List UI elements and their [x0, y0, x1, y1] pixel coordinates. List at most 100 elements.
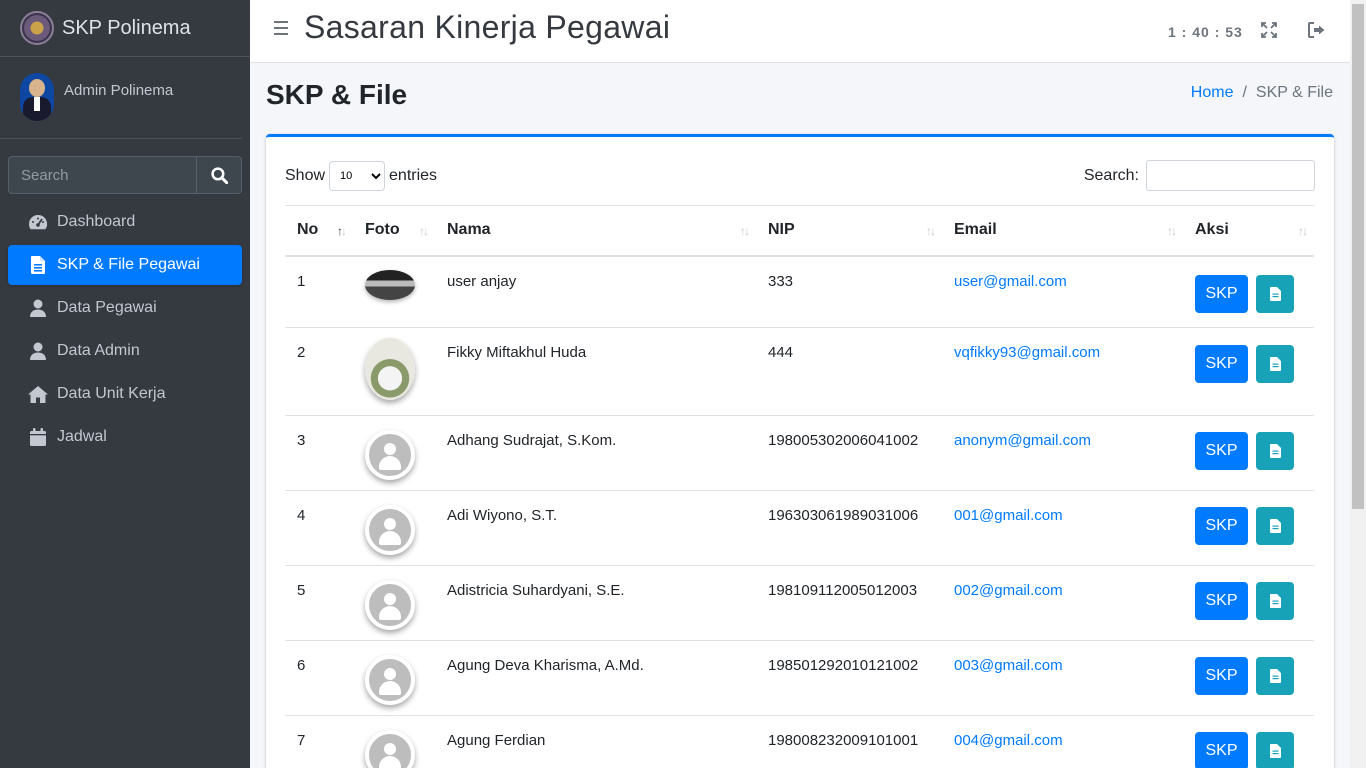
- sign-out-icon[interactable]: [1308, 22, 1326, 40]
- sort-icon: ↑↓: [926, 224, 936, 238]
- row-email[interactable]: 003@gmail.com: [942, 640, 1183, 716]
- user-name[interactable]: Admin Polinema: [64, 82, 173, 99]
- file-button[interactable]: [1256, 274, 1294, 313]
- row-email[interactable]: 002@gmail.com: [942, 565, 1183, 641]
- row-email[interactable]: 001@gmail.com: [942, 490, 1183, 566]
- column-header-nip[interactable]: NIP ↑↓: [756, 205, 942, 257]
- search-button[interactable]: [196, 156, 242, 194]
- breadcrumb-current: SKP & File: [1255, 84, 1333, 101]
- row-no: 1: [285, 255, 353, 328]
- skp-file-card: Show 10 entries Search: No ↑↓ Foto ↑↓ Nama…: [266, 134, 1334, 768]
- row-no: 5: [285, 565, 353, 641]
- column-header-nama[interactable]: Nama ↑↓: [435, 205, 756, 257]
- column-header-no[interactable]: No ↑↓: [285, 205, 353, 257]
- default-avatar-icon: [365, 505, 415, 555]
- show-label: Show: [285, 167, 326, 184]
- skp-button[interactable]: SKP: [1195, 732, 1248, 768]
- row-no: 4: [285, 490, 353, 566]
- sidebar-item-label: Jadwal: [57, 428, 107, 445]
- table-row: 3 Adhang Sudrajat, S.Kom. 19800530200604…: [285, 415, 1314, 491]
- column-header-foto[interactable]: Foto ↑↓: [353, 205, 435, 257]
- row-email[interactable]: user@gmail.com: [942, 255, 1183, 328]
- row-nip: 196303061989031006: [756, 490, 942, 566]
- row-no: 2: [285, 327, 353, 416]
- file-icon: [1269, 519, 1281, 533]
- table-search-input[interactable]: [1146, 160, 1315, 191]
- skp-button[interactable]: SKP: [1195, 582, 1248, 620]
- menu-toggle-icon[interactable]: [274, 21, 288, 35]
- table-row: 1 user anjay 333 user@gmail.com SKP: [285, 255, 1314, 328]
- default-avatar-icon: [365, 655, 415, 705]
- polinema-logo-icon: [20, 11, 54, 45]
- row-email[interactable]: anonym@gmail.com: [942, 415, 1183, 491]
- sidebar-item-jadwal[interactable]: Jadwal: [8, 417, 242, 457]
- default-avatar-icon: [365, 430, 415, 480]
- table-search: Search:: [1084, 160, 1315, 191]
- file-icon: [1269, 594, 1281, 608]
- sidebar-item-data-admin[interactable]: Data Admin: [8, 331, 242, 371]
- clock: 1 : 40 : 53: [1168, 24, 1243, 40]
- breadcrumb-separator: /: [1242, 84, 1247, 101]
- row-nama: Agung Ferdian: [435, 715, 756, 768]
- tachometer-icon: [28, 212, 48, 232]
- skp-button[interactable]: SKP: [1195, 432, 1248, 470]
- row-nip: 198501292010121002: [756, 640, 942, 716]
- brand-link[interactable]: SKP Polinema: [0, 0, 250, 57]
- file-button[interactable]: [1256, 582, 1294, 620]
- row-aksi: SKP: [1183, 490, 1314, 566]
- page-scrollbar[interactable]: [1350, 0, 1366, 768]
- fullscreen-icon[interactable]: [1261, 22, 1279, 40]
- row-email[interactable]: vqfikky93@gmail.com: [942, 327, 1183, 416]
- row-email[interactable]: 004@gmail.com: [942, 715, 1183, 768]
- file-button[interactable]: [1256, 657, 1294, 695]
- table-row: 7 Agung Ferdian 198008232009101001 004@g…: [285, 715, 1314, 768]
- column-header-email[interactable]: Email ↑↓: [942, 205, 1183, 257]
- sidebar-item-skp-file-pegawai[interactable]: SKP & File Pegawai: [8, 245, 242, 285]
- row-foto: [353, 490, 435, 566]
- file-icon: [1269, 444, 1281, 458]
- sidebar-item-label: Data Pegawai: [57, 299, 157, 316]
- file-icon: [28, 255, 48, 275]
- home-icon: [28, 384, 48, 404]
- skp-button[interactable]: SKP: [1195, 345, 1248, 383]
- default-avatar-icon: [365, 580, 415, 630]
- sidebar-nav: Dashboard SKP & File Pegawai Data Pegawa…: [8, 202, 242, 460]
- file-button[interactable]: [1256, 507, 1294, 545]
- row-foto: [353, 255, 435, 328]
- row-no: 6: [285, 640, 353, 716]
- row-aksi: SKP: [1183, 327, 1314, 416]
- sidebar-item-dashboard[interactable]: Dashboard: [8, 202, 242, 242]
- user-panel: Admin Polinema: [0, 57, 242, 139]
- sidebar-search-input[interactable]: [8, 156, 196, 194]
- sort-icon: ↑↓: [740, 224, 750, 238]
- sort-icon: ↑↓: [1167, 224, 1177, 238]
- skp-button[interactable]: SKP: [1195, 657, 1248, 695]
- sidebar-item-label: Data Admin: [57, 342, 140, 359]
- entries-select[interactable]: 10: [329, 161, 386, 191]
- file-button[interactable]: [1256, 345, 1294, 383]
- row-nama: Agung Deva Kharisma, A.Md.: [435, 640, 756, 716]
- row-foto: [353, 327, 435, 416]
- file-button[interactable]: [1256, 432, 1294, 470]
- row-no: 7: [285, 715, 353, 768]
- user-icon: [28, 298, 48, 318]
- file-button[interactable]: [1256, 732, 1294, 768]
- sidebar-item-label: Dashboard: [57, 213, 136, 230]
- skp-button[interactable]: SKP: [1195, 507, 1248, 545]
- row-nama: Adi Wiyono, S.T.: [435, 490, 756, 566]
- file-icon: [1269, 669, 1281, 683]
- row-nama: Fikky Miftakhul Huda: [435, 327, 756, 416]
- breadcrumb-home-link[interactable]: Home: [1191, 84, 1234, 102]
- row-nama: user anjay: [435, 255, 756, 328]
- row-aksi: SKP: [1183, 715, 1314, 768]
- skp-button[interactable]: SKP: [1195, 274, 1248, 313]
- table-row: 4 Adi Wiyono, S.T. 196303061989031006 00…: [285, 490, 1314, 566]
- breadcrumb: Home / SKP & File: [1191, 84, 1333, 102]
- sidebar-item-data-unit-kerja[interactable]: Data Unit Kerja: [8, 374, 242, 414]
- sidebar-item-data-pegawai[interactable]: Data Pegawai: [8, 288, 242, 328]
- column-header-aksi[interactable]: Aksi ↑↓: [1183, 205, 1314, 257]
- table-search-label: Search:: [1083, 166, 1139, 184]
- sidebar-search: [8, 156, 242, 194]
- sort-icon: ↑↓: [1298, 224, 1308, 238]
- row-foto: [353, 565, 435, 641]
